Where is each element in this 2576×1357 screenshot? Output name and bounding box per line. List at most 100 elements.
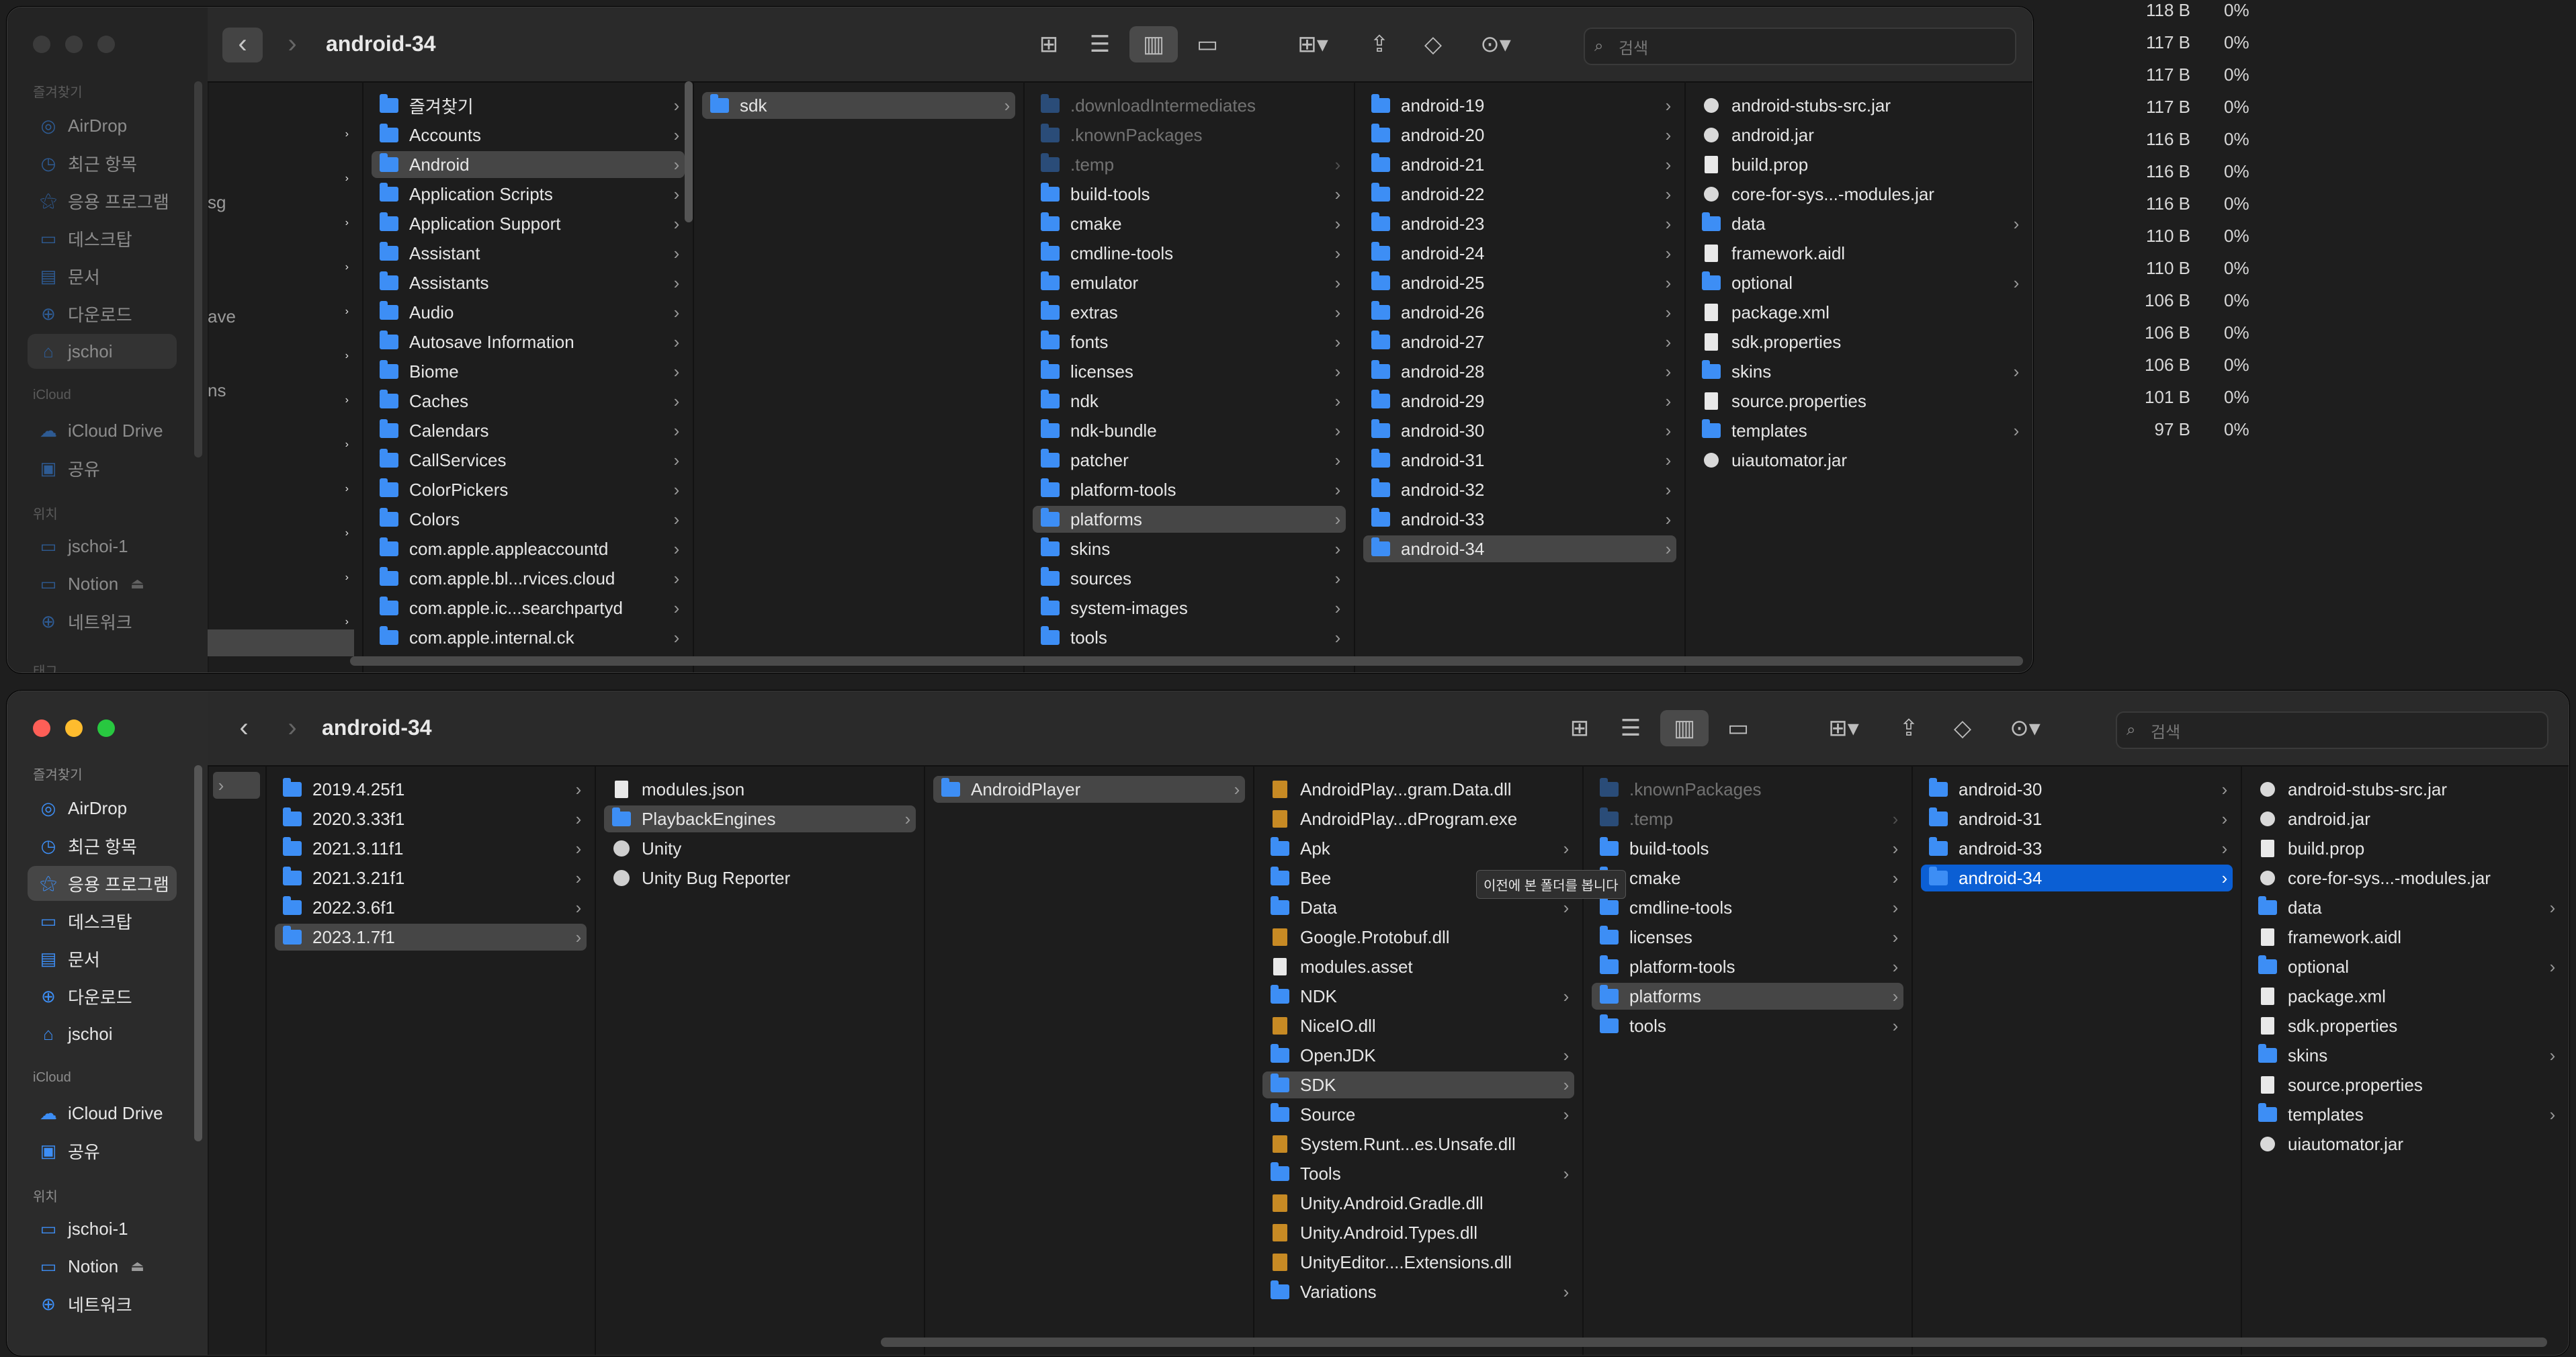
list-item[interactable]: android-33 › <box>1921 835 2233 862</box>
list-item[interactable]: android-30 › <box>1921 776 2233 803</box>
column-android-34[interactable]: android-stubs-src.jar android.jar build.pr… <box>2242 765 2569 1355</box>
list-item[interactable]: Unity <box>604 835 916 862</box>
list-item[interactable]: Google.Protobuf.dll <box>1262 924 1574 951</box>
list-view-button[interactable]: ☰ <box>1078 26 1121 62</box>
list-item[interactable]: android-29 › <box>1363 388 1676 414</box>
more-button[interactable]: ⊙▾ <box>1465 26 1526 62</box>
list-item[interactable]: data › <box>1694 210 2024 237</box>
list-item[interactable]: Variations › <box>1262 1278 1574 1305</box>
list-item[interactable]: Unity Bug Reporter <box>604 865 916 891</box>
list-item[interactable]: modules.json <box>604 776 916 803</box>
list-item[interactable]: ColorPickers › <box>372 476 685 503</box>
minimize-button[interactable] <box>65 36 83 53</box>
list-item[interactable]: sources › <box>1033 565 1346 592</box>
sidebar-item[interactable]: ▭ 데스크탑 <box>28 904 177 938</box>
list-item[interactable]: core-for-sys...-modules.jar <box>1694 181 2024 208</box>
list-item[interactable]: android-25 › <box>1363 269 1676 296</box>
list-item[interactable]: .temp › <box>1033 151 1346 178</box>
list-item[interactable]: sdk.properties <box>1694 329 2024 355</box>
list-item[interactable]: android-34 › <box>1921 865 2233 891</box>
list-item[interactable]: android-34 › <box>1363 535 1676 562</box>
list-item[interactable]: com.apple.appleaccountd › <box>372 535 685 562</box>
eject-icon[interactable]: ⏏ <box>130 575 144 593</box>
list-item[interactable]: ns <box>208 377 354 404</box>
eject-icon[interactable]: ⏏ <box>130 1258 144 1275</box>
list-item[interactable]: skins › <box>1694 358 2024 385</box>
list-item[interactable]: Accounts › <box>372 122 685 148</box>
list-item[interactable]: 2023.1.7f1 › <box>275 924 587 951</box>
column-playbackengines[interactable]: AndroidPlayer › <box>925 765 1254 1355</box>
list-item[interactable]: android-32 › <box>1363 476 1676 503</box>
list-item[interactable]: system-images › <box>1033 595 1346 621</box>
list-item[interactable]: skins › <box>2250 1042 2561 1069</box>
list-item[interactable]: build.prop <box>1694 151 2024 178</box>
list-item[interactable]: cmdline-tools › <box>1592 894 1903 921</box>
sidebar-item[interactable]: ⊕ 다운로드 <box>28 979 177 1014</box>
column-unity[interactable]: modules.json PlaybackEngines › Unity Unity B… <box>596 765 925 1355</box>
tag-button[interactable]: ◇ <box>1412 26 1455 62</box>
list-item[interactable]: › <box>213 772 260 799</box>
list-item[interactable]: android-stubs-src.jar <box>2250 776 2561 803</box>
column-scrollbar[interactable] <box>685 81 693 222</box>
list-item[interactable]: framework.aidl <box>1694 240 2024 267</box>
list-item[interactable]: cmake › <box>1033 210 1346 237</box>
list-item[interactable]: sdk › <box>702 92 1015 119</box>
sidebar-item[interactable]: ⊕ 네트워크 <box>28 604 177 639</box>
horizontal-scrollbar[interactable] <box>881 1338 2547 1347</box>
column-sdk[interactable]: .knownPackages .temp › build-tools › cmake › cm… <box>1584 765 1913 1355</box>
list-item[interactable]: data › <box>2250 894 2561 921</box>
list-item[interactable]: Unity.Android.Gradle.dll <box>1262 1190 1574 1217</box>
list-item[interactable]: AndroidPlay...dProgram.exe <box>1262 805 1574 832</box>
column-sdk[interactable]: .downloadIntermediates .knownPackages .tem… <box>1025 81 1355 672</box>
sidebar-item[interactable]: ▭ Notion ⏏ <box>28 1249 177 1284</box>
list-item[interactable]: source.properties <box>1694 388 2024 414</box>
list-item[interactable]: Apk › <box>1262 835 1574 862</box>
sidebar-item[interactable]: ▭ jschoi-1 <box>28 529 177 564</box>
list-item[interactable]: Caches › <box>372 388 685 414</box>
list-item[interactable]: android-24 › <box>1363 240 1676 267</box>
list-item[interactable]: PlaybackEngines › <box>604 805 916 832</box>
list-item[interactable]: android-28 › <box>1363 358 1676 385</box>
list-item[interactable]: android-26 › <box>1363 299 1676 326</box>
list-item[interactable]: Source › <box>1262 1101 1574 1128</box>
forward-button[interactable]: › <box>272 711 312 746</box>
list-item[interactable]: Android › <box>372 151 685 178</box>
column-androidplayer[interactable]: AndroidPlay...gram.Data.dll AndroidPlay..… <box>1254 765 1584 1355</box>
list-item[interactable]: Biome › <box>372 358 685 385</box>
sidebar-item[interactable]: ◷ 최근 항목 <box>28 146 177 181</box>
close-button[interactable] <box>33 36 50 53</box>
column-unity-versions[interactable]: 2019.4.25f1 › 2020.3.33f1 › 2021.3.11f1 › 2021… <box>267 765 596 1355</box>
column-platforms[interactable]: android-19 › android-20 › android-21 › android… <box>1355 81 1686 672</box>
sidebar-item[interactable]: ▤ 문서 <box>28 259 177 294</box>
list-item[interactable]: licenses › <box>1592 924 1903 951</box>
forward-button[interactable]: › <box>272 28 312 62</box>
group-button[interactable]: ⊞▾ <box>1813 710 1874 746</box>
list-item[interactable]: android.jar <box>1694 122 2024 148</box>
list-item[interactable]: extras › <box>1033 299 1346 326</box>
list-item[interactable]: Calendars › <box>372 417 685 444</box>
list-item[interactable]: SDK › <box>1262 1071 1574 1098</box>
column-android-34[interactable]: android-stubs-src.jar android.jar build.pr… <box>1686 81 2032 672</box>
list-item[interactable]: android-23 › <box>1363 210 1676 237</box>
list-item[interactable]: com.apple.ic...searchpartyd › <box>372 595 685 621</box>
list-item[interactable]: android-33 › <box>1363 506 1676 533</box>
share-button[interactable]: ⇪ <box>1887 710 1930 746</box>
search-field[interactable]: ⌕ 검색 <box>2116 711 2548 749</box>
list-item[interactable]: platforms › <box>1033 506 1346 533</box>
search-field[interactable]: ⌕ 검색 <box>1584 28 2016 65</box>
list-item[interactable]: ndk › <box>1033 388 1346 414</box>
list-item[interactable]: cmdline-tools › <box>1033 240 1346 267</box>
column-0[interactable]: sg ave ns › › › › › › › › › › › › <box>208 81 363 672</box>
list-item[interactable]: .downloadIntermediates <box>1033 92 1346 119</box>
list-item[interactable]: System.Runt...es.Unsafe.dll <box>1262 1131 1574 1157</box>
group-button[interactable]: ⊞▾ <box>1283 26 1343 62</box>
sidebar-item[interactable]: ⊕ 네트워크 <box>28 1286 177 1321</box>
sidebar-item[interactable]: ▤ 문서 <box>28 941 177 976</box>
sidebar-item[interactable]: ▣ 공유 <box>28 451 177 486</box>
sidebar-item[interactable]: ▭ 데스크탑 <box>28 221 177 256</box>
list-item[interactable]: 2022.3.6f1 › <box>275 894 587 921</box>
list-item[interactable]: platform-tools › <box>1033 476 1346 503</box>
list-item[interactable]: NDK › <box>1262 983 1574 1010</box>
horizontal-scrollbar[interactable] <box>350 656 2023 666</box>
list-item[interactable]: skins › <box>1033 535 1346 562</box>
